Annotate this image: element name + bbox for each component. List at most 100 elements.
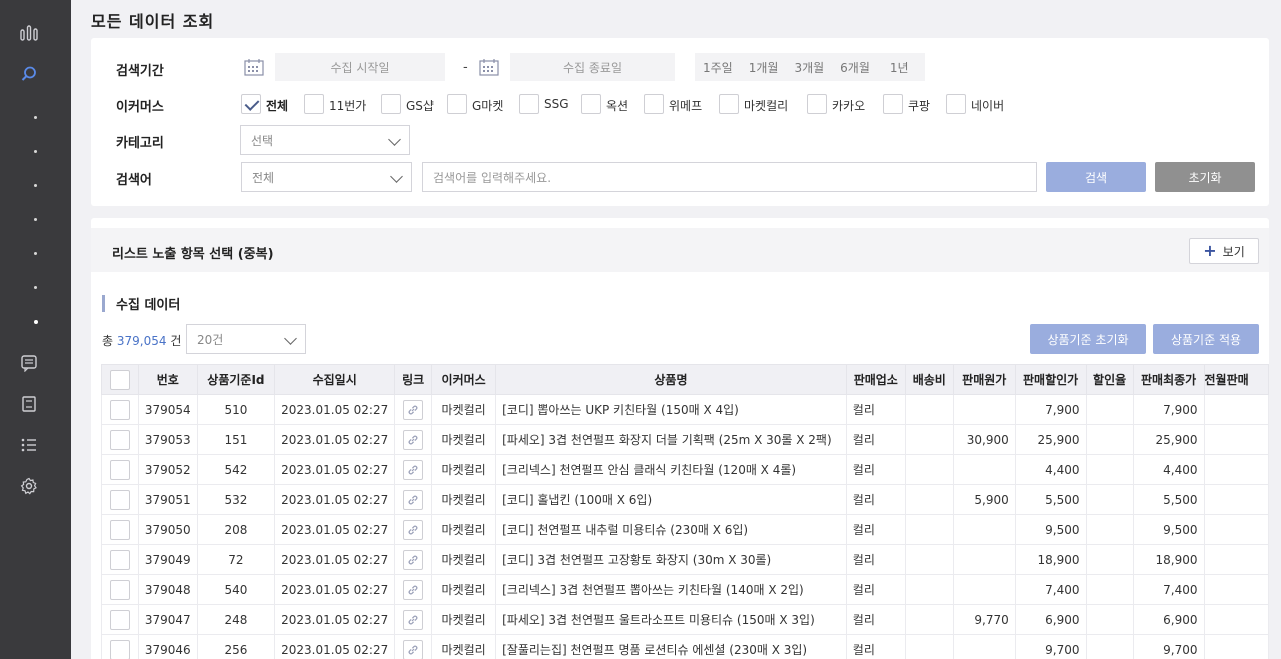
column-header[interactable]: 수집일시	[274, 364, 396, 395]
menu-dot[interactable]	[34, 116, 37, 119]
keyword-input[interactable]: 검색어를 입력해주세요.	[422, 162, 1037, 192]
row-checkbox[interactable]	[109, 519, 130, 540]
column-header[interactable]: 판매할인가	[1014, 364, 1087, 395]
cell-link[interactable]	[394, 604, 433, 635]
end-date-input[interactable]: 수집 종료일	[510, 53, 675, 81]
cell-link[interactable]	[394, 634, 433, 659]
row-checkbox[interactable]	[109, 459, 130, 480]
link-icon[interactable]	[403, 519, 424, 540]
row-checkbox[interactable]	[109, 579, 130, 600]
calendar-icon[interactable]	[479, 58, 499, 76]
select-all-checkbox[interactable]	[109, 369, 130, 390]
column-header[interactable]: 배송비	[904, 364, 954, 395]
checkbox-wemakeprice[interactable]	[644, 94, 664, 114]
table-row[interactable]: 379047 248 2023.01.05 02:27 마켓컬리 [파세오] 3겹 천연…	[101, 604, 1269, 635]
menu-dot-active[interactable]	[34, 320, 38, 324]
table-row[interactable]: 379054 510 2023.01.05 02:27 마켓컬리 [코디] 뽑아쓰는 U…	[101, 394, 1269, 425]
link-icon[interactable]	[403, 579, 424, 600]
row-checkbox-cell[interactable]	[101, 484, 139, 515]
select-all-header[interactable]	[101, 364, 139, 395]
menu-dot[interactable]	[34, 150, 37, 153]
row-checkbox[interactable]	[109, 399, 130, 420]
menu-dot[interactable]	[34, 218, 37, 221]
column-header[interactable]: 링크	[394, 364, 433, 395]
row-checkbox[interactable]	[109, 549, 130, 570]
link-icon[interactable]	[403, 459, 424, 480]
table-row[interactable]: 379049 72 2023.01.05 02:27 마켓컬리 [코디] 3겹 천연펄프…	[101, 544, 1269, 575]
column-header[interactable]: 판매업소	[845, 364, 906, 395]
checkbox-kurly[interactable]	[719, 94, 739, 114]
cell-link[interactable]	[394, 454, 433, 485]
cell-link[interactable]	[394, 484, 433, 515]
row-checkbox-cell[interactable]	[101, 634, 139, 659]
calendar-icon[interactable]	[244, 58, 264, 76]
checkbox-11st[interactable]	[304, 94, 324, 114]
apply-basis-button[interactable]: 상품기준 적용	[1153, 324, 1259, 354]
row-checkbox-cell[interactable]	[101, 454, 139, 485]
row-checkbox-cell[interactable]	[101, 574, 139, 605]
period-6month[interactable]: 6개월	[840, 59, 870, 76]
search-button[interactable]: 검색	[1046, 162, 1146, 192]
row-checkbox-cell[interactable]	[101, 394, 139, 425]
cell-link[interactable]	[394, 574, 433, 605]
cell-link[interactable]	[394, 544, 433, 575]
column-header[interactable]: 전월판매	[1203, 364, 1269, 395]
checkbox-gmarket[interactable]	[447, 94, 467, 114]
menu-dot[interactable]	[34, 286, 37, 289]
row-checkbox[interactable]	[109, 609, 130, 630]
column-header[interactable]: 판매최종가	[1132, 364, 1205, 395]
row-checkbox-cell[interactable]	[101, 544, 139, 575]
list-icon[interactable]	[18, 434, 40, 456]
period-1month[interactable]: 1개월	[749, 59, 779, 76]
column-header[interactable]: 이커머스	[431, 364, 497, 395]
start-date-input[interactable]: 수집 시작일	[275, 53, 445, 81]
link-icon[interactable]	[403, 639, 424, 659]
row-checkbox[interactable]	[109, 429, 130, 450]
keyword-scope-select[interactable]: 전체	[241, 162, 412, 192]
row-checkbox-cell[interactable]	[101, 514, 139, 545]
table-row[interactable]: 379051 532 2023.01.05 02:27 마켓컬리 [코디] 홀냅킨 (1…	[101, 484, 1269, 515]
link-icon[interactable]	[403, 489, 424, 510]
link-icon[interactable]	[403, 549, 424, 570]
column-header[interactable]: 판매원가	[952, 364, 1016, 395]
checkbox-coupang[interactable]	[883, 94, 903, 114]
table-row[interactable]: 379048 540 2023.01.05 02:27 마켓컬리 [크리넥스] 3겹 천…	[101, 574, 1269, 605]
cell-link[interactable]	[394, 514, 433, 545]
period-1year[interactable]: 1년	[890, 59, 909, 76]
cell-link[interactable]	[394, 394, 433, 425]
reset-basis-button[interactable]: 상품기준 초기화	[1030, 324, 1146, 354]
checkbox-naver[interactable]	[946, 94, 966, 114]
column-header[interactable]: 번호	[137, 364, 198, 395]
cell-link[interactable]	[394, 424, 433, 455]
view-button[interactable]: + 보기	[1189, 238, 1259, 264]
reset-button[interactable]: 초기화	[1155, 162, 1255, 192]
menu-dot[interactable]	[34, 184, 37, 187]
table-row[interactable]: 379046 256 2023.01.05 02:27 마켓컬리 [잘풀리는집] 천연펄…	[101, 634, 1269, 659]
checkbox-auction[interactable]	[581, 94, 601, 114]
link-icon[interactable]	[403, 609, 424, 630]
gear-icon[interactable]	[18, 475, 40, 497]
period-3month[interactable]: 3개월	[794, 59, 824, 76]
table-row[interactable]: 379052 542 2023.01.05 02:27 마켓컬리 [크리넥스] 천연펄프…	[101, 454, 1269, 485]
category-select[interactable]: 선택	[240, 125, 410, 155]
message-icon[interactable]	[18, 352, 40, 374]
column-header[interactable]: 할인율	[1085, 364, 1134, 395]
row-checkbox-cell[interactable]	[101, 604, 139, 635]
checkbox-kakao[interactable]	[807, 94, 827, 114]
row-checkbox[interactable]	[109, 639, 130, 659]
checkbox-gsshop[interactable]	[381, 94, 401, 114]
menu-dot[interactable]	[34, 252, 37, 255]
checkbox-ssg[interactable]	[519, 94, 539, 114]
link-icon[interactable]	[403, 429, 424, 450]
chart-icon[interactable]	[18, 22, 40, 44]
period-1week[interactable]: 1주일	[703, 59, 733, 76]
row-checkbox[interactable]	[109, 489, 130, 510]
page-size-select[interactable]: 20건	[186, 324, 306, 354]
table-row[interactable]: 379053 151 2023.01.05 02:27 마켓컬리 [파세오] 3겹 천연…	[101, 424, 1269, 455]
table-row[interactable]: 379050 208 2023.01.05 02:27 마켓컬리 [코디] 천연펄프 내…	[101, 514, 1269, 545]
column-header[interactable]: 상품명	[495, 364, 847, 395]
checkbox-all[interactable]	[241, 94, 261, 114]
search-icon[interactable]	[18, 63, 40, 85]
document-icon[interactable]	[18, 393, 40, 415]
row-checkbox-cell[interactable]	[101, 424, 139, 455]
